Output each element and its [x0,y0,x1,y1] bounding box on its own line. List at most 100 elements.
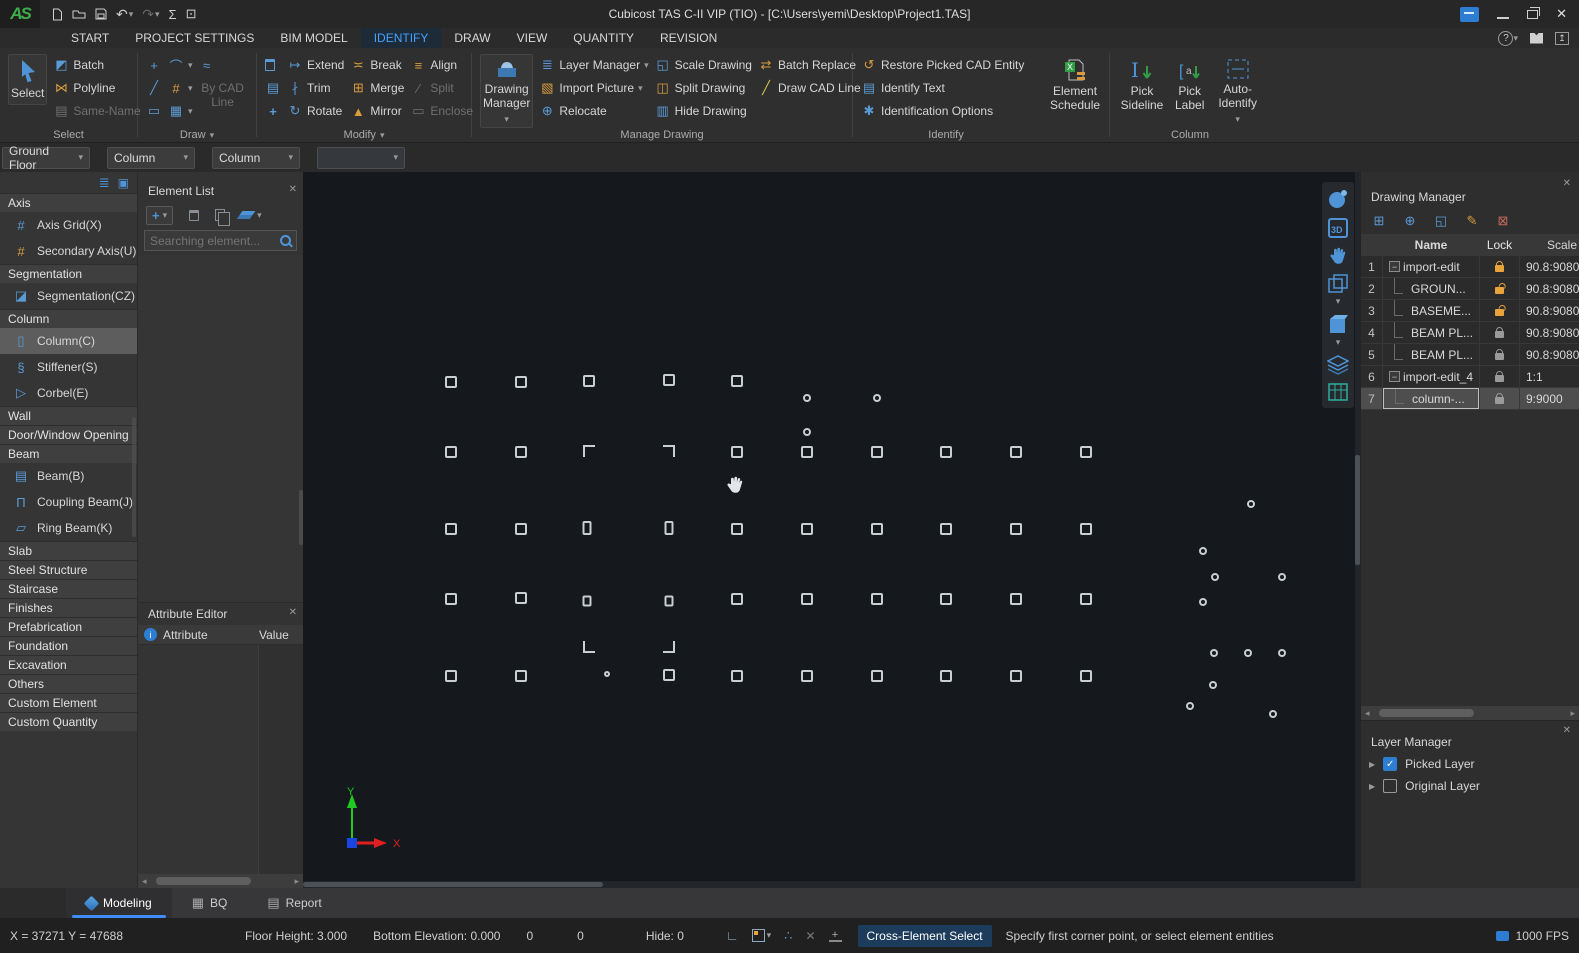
expand-arrow-icon[interactable] [1369,782,1375,791]
panel-toggle-icon[interactable] [118,176,129,190]
canvas-marker-ns[interactable] [583,596,592,607]
category-select[interactable]: Column [107,147,195,169]
canvas-marker-sq[interactable] [1010,670,1022,682]
sidebar-section-staircase[interactable]: Staircase [0,579,137,598]
canvas-marker-sq[interactable] [1080,593,1092,605]
tab-bim-model[interactable]: BIM MODEL [267,28,360,48]
expand-arrow-icon[interactable] [1369,760,1375,769]
feedback-chat-icon[interactable] [1460,7,1479,22]
canvas-marker-ci[interactable] [1199,598,1207,606]
canvas-marker-ci[interactable] [803,428,811,436]
collapse-ribbon-button[interactable] [1555,32,1569,45]
sidebar-section-axis[interactable]: Axis [0,193,137,212]
extend-button[interactable]: Extend [287,54,344,76]
drawing-row-1[interactable]: 1 import-edit 90.8:9080 [1361,256,1579,278]
canvas-marker-sq[interactable] [1010,446,1022,458]
trim-button[interactable]: Trim [287,77,344,99]
collapse-icon[interactable] [1389,261,1400,272]
lock-icon-unlocked-orange[interactable] [1495,287,1504,294]
theme-button[interactable] [1530,33,1543,44]
scroll-left-icon[interactable] [142,876,147,887]
same-name-button[interactable]: Same-Name [53,100,140,122]
cross-toggle-icon[interactable] [805,929,815,943]
edit-drawing-icon[interactable] [1464,213,1480,229]
tab-modeling[interactable]: Modeling [66,888,172,918]
tab-project-settings[interactable]: PROJECT SETTINGS [122,28,267,48]
floor-select[interactable]: Ground Floor [2,147,90,169]
canvas-marker-sq[interactable] [515,446,527,458]
orbit-view-icon[interactable] [1327,188,1349,210]
sidebar-item-corbel[interactable]: Corbel(E) [0,380,137,406]
drawing-canvas[interactable]: Y X 3D [303,172,1360,888]
canvas-marker-ci[interactable] [1244,649,1252,657]
shaded-view-icon[interactable] [1327,314,1349,336]
enclose-button[interactable]: Enclose [410,100,473,122]
canvas-marker-ci[interactable] [1209,681,1217,689]
move-button[interactable] [265,100,281,122]
canvas-marker-sq[interactable] [445,523,457,535]
polyline-button[interactable]: Polyline [53,77,140,99]
list-view-icon[interactable] [99,175,110,191]
wireframe-caret-icon[interactable] [1336,296,1341,307]
canvas-marker-sq[interactable] [801,446,813,458]
delete-button[interactable] [265,54,281,76]
canvas-marker-sq[interactable] [445,670,457,682]
canvas-marker-sq[interactable] [515,376,527,388]
sidebar-section-custom-element[interactable]: Custom Element [0,693,137,712]
drawing-row-5[interactable]: 5 BEAM PL... 90.8:9080 [1361,344,1579,366]
sidebar-section-custom-quantity[interactable]: Custom Quantity [0,712,137,731]
canvas-marker-tr[interactable] [663,445,675,457]
canvas-marker-tc[interactable] [604,671,610,677]
canvas-marker-sq[interactable] [801,523,813,535]
summary-button[interactable] [169,7,177,22]
drawing-row-7-selected[interactable]: 7 column-... 9:9000 [1361,388,1579,410]
sidebar-section-column[interactable]: Column [0,309,137,328]
canvas-marker-tl[interactable] [583,445,595,457]
canvas-marker-sq[interactable] [445,593,457,605]
save-button[interactable] [95,8,107,20]
scale-drawing-icon[interactable] [1433,213,1449,229]
lock-icon-locked-gray[interactable] [1495,397,1504,404]
merge-button[interactable]: Merge [350,77,404,99]
sidebar-item-axis-grid[interactable]: Axis Grid(X) [0,212,137,238]
canvas-marker-sq[interactable] [731,446,743,458]
canvas-marker-nr[interactable] [583,521,592,535]
canvas-marker-sq[interactable] [940,593,952,605]
sidebar-section-foundation[interactable]: Foundation [0,636,137,655]
schedule-grid-icon[interactable] [1327,382,1349,402]
canvas-marker-ci[interactable] [1186,702,1194,710]
drawing-row-4[interactable]: 4 BEAM PL... 90.8:9080 [1361,322,1579,344]
sidebar-section-wall[interactable]: Wall [0,406,137,425]
lock-column-header[interactable]: Lock [1479,234,1519,255]
layer-filter-button[interactable] [241,210,262,221]
sidebar-section-steel-structure[interactable]: Steel Structure [0,560,137,579]
app-logo-icon[interactable]: AS [0,0,40,28]
add-element-button[interactable]: + [146,206,173,225]
canvas-marker-ci[interactable] [1269,710,1277,718]
select-button[interactable]: Select [8,54,47,105]
restore-picked-cad-entity-button[interactable]: Restore Picked CAD Entity [861,54,1024,76]
close-button[interactable] [1556,6,1567,22]
canvas-marker-sq[interactable] [871,446,883,458]
canvas-marker-sq[interactable] [940,446,952,458]
canvas-marker-sq[interactable] [583,375,595,387]
scroll-right-icon[interactable] [1570,708,1575,719]
canvas-marker-sq[interactable] [1080,446,1092,458]
canvas-hscrollbar[interactable] [303,881,1355,888]
draw-cad-line-button[interactable]: Draw CAD Line [758,77,861,99]
canvas-marker-sq[interactable] [801,670,813,682]
canvas-marker-sq[interactable] [445,376,457,388]
draw-point-button[interactable] [146,54,162,76]
delete-element-icon[interactable] [189,210,199,221]
snap-toggle-icon[interactable] [784,928,792,944]
relocate-drawing-icon[interactable] [1402,213,1418,229]
drawing-row-3[interactable]: 3 BASEME... 90.8:9080 [1361,300,1579,322]
batch-replace-button[interactable]: Batch Replace [758,54,861,76]
rotate-button[interactable]: Rotate [287,100,344,122]
element-search-input[interactable] [150,234,276,248]
selection-mode-badge[interactable]: Cross-Element Select [858,925,992,947]
split-button[interactable]: Split [410,77,473,99]
drawing-manager-hscrollbar[interactable] [1361,706,1579,720]
batch-button[interactable]: Batch [53,54,140,76]
canvas-marker-sq[interactable] [871,523,883,535]
